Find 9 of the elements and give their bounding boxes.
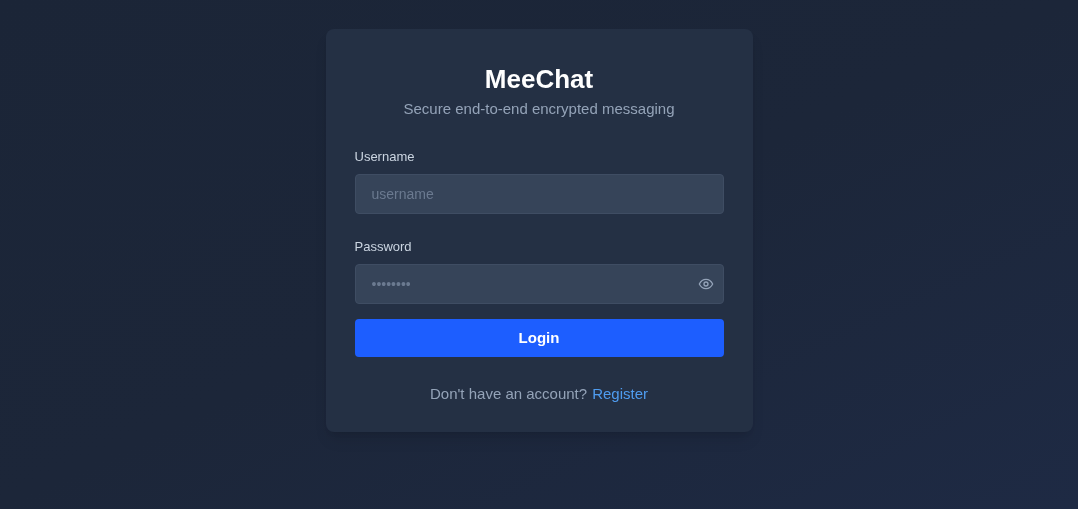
password-field[interactable]: ••••••••	[354, 264, 724, 304]
login-button[interactable]: Login	[354, 319, 724, 357]
app-title: MeeChat	[484, 63, 594, 95]
footer-text: Don't have an account?	[430, 384, 588, 404]
register-link[interactable]: Register	[592, 384, 648, 404]
subtitle: Secure end-to-end encrypted messaging	[403, 99, 675, 119]
eye-icon[interactable]	[697, 276, 714, 292]
field-label: Password	[354, 239, 412, 255]
field-label: Username	[354, 149, 415, 165]
